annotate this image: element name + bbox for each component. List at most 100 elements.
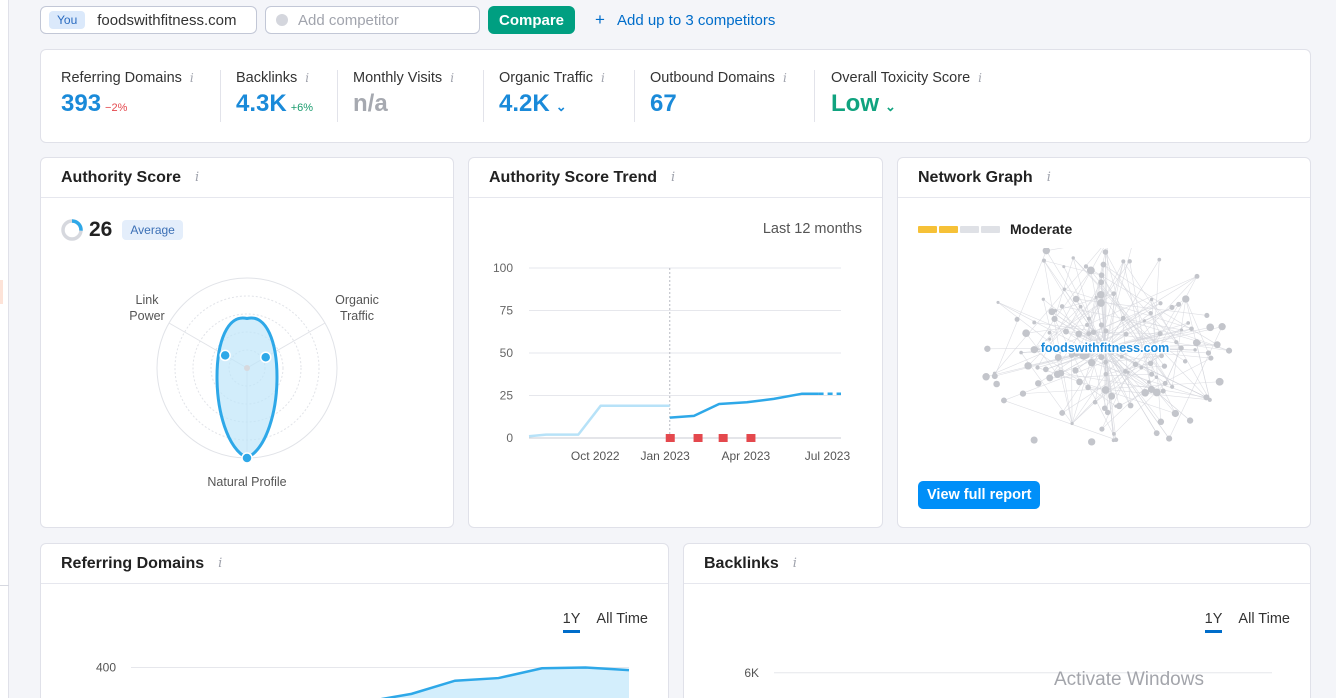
edge [994, 250, 1047, 377]
node [1162, 380, 1168, 386]
rail-marker [0, 280, 3, 304]
y-tick-label: 75 [500, 304, 514, 318]
node [1085, 384, 1091, 391]
metric-organic-traffic[interactable]: Organic Traffic i 4.2K ⌄ [499, 70, 605, 118]
divider [634, 70, 635, 122]
node [1086, 316, 1091, 321]
info-icon[interactable]: i [190, 71, 194, 85]
metric-value[interactable]: Low [831, 90, 879, 118]
node [1147, 380, 1151, 384]
node [1019, 390, 1027, 397]
node [1072, 295, 1080, 303]
event-marker [693, 434, 703, 442]
chevron-down-icon[interactable]: ⌄ [885, 99, 896, 115]
node [1158, 301, 1163, 306]
metric-delta: +6% [290, 102, 314, 114]
info-icon[interactable]: i [305, 71, 309, 85]
node [1085, 322, 1090, 327]
node [1047, 330, 1052, 335]
network-graph[interactable]: foodswithfitness.com [898, 248, 1311, 518]
view-full-report-button[interactable]: View full report [918, 481, 1041, 509]
x-tick-label: Jan 2023 [640, 449, 690, 463]
node [1098, 272, 1105, 279]
node [1043, 366, 1049, 373]
node [1142, 319, 1147, 323]
node [1178, 345, 1184, 351]
info-icon[interactable]: i [783, 71, 787, 85]
node [1204, 312, 1210, 318]
metric-referring-domains[interactable]: Referring Domains i 393 −2% [61, 70, 194, 118]
node [996, 300, 1000, 304]
radar-point [259, 351, 272, 363]
node [1148, 310, 1153, 316]
add-competitor-input[interactable] [298, 11, 468, 29]
card-title: Authority Score [61, 168, 182, 186]
y-tick-label: 6K [744, 666, 759, 680]
node [1147, 360, 1154, 367]
competitor-field[interactable] [265, 6, 480, 34]
level-label: Moderate [1010, 221, 1073, 237]
node [1019, 350, 1023, 355]
node [1154, 375, 1159, 379]
trend-line [669, 392, 819, 419]
metric-value[interactable]: 4.2K [499, 90, 550, 118]
metric-value[interactable]: 67 [650, 90, 677, 118]
level-meter [918, 225, 1002, 233]
node [1098, 322, 1105, 328]
node [1171, 409, 1179, 418]
node [1062, 287, 1067, 291]
node [1063, 328, 1069, 335]
node [1139, 365, 1144, 370]
node [1042, 248, 1051, 255]
info-icon[interactable]: i [218, 556, 222, 571]
summary-metrics: Referring Domains i 393 −2% Backlinks i 4.3… [40, 49, 1311, 143]
node [1097, 299, 1105, 307]
tab-all-time[interactable]: All Time [1238, 611, 1290, 633]
node [1071, 256, 1075, 260]
node [1114, 404, 1118, 408]
node [1182, 295, 1190, 303]
node [1112, 432, 1116, 436]
tab-1y[interactable]: 1Y [1204, 611, 1223, 633]
node [1076, 378, 1083, 386]
metric-value[interactable]: 4.3K [236, 90, 287, 118]
compare-button[interactable]: Compare [488, 6, 576, 34]
radar-point [241, 452, 253, 464]
metric-toxicity-score[interactable]: Overall Toxicity Score i Low ⌄ [831, 70, 982, 118]
your-domain-field[interactable]: You foodswithfitness.com [40, 6, 257, 34]
info-icon[interactable]: i [601, 71, 605, 85]
add-competitors-link[interactable]: + Add up to 3 competitors [595, 10, 775, 30]
x-tick-label: Oct 2022 [571, 449, 620, 463]
metric-label: Outbound Domains [650, 70, 775, 86]
range-tabs: 1Y All Time [547, 611, 648, 633]
info-icon[interactable]: i [1047, 170, 1051, 185]
node [1132, 361, 1139, 368]
metric-backlinks[interactable]: Backlinks i 4.3K +6% [236, 70, 313, 118]
info-icon[interactable]: i [450, 71, 454, 85]
x-tick-label: Apr 2023 [722, 449, 771, 463]
metric-label: Organic Traffic [499, 70, 594, 86]
node [1141, 388, 1149, 397]
chevron-down-icon[interactable]: ⌄ [556, 99, 567, 115]
y-tick-label: 25 [500, 389, 514, 403]
node [1103, 328, 1109, 334]
referring-domains-card: Referring Domains i 1Y All Time 400300 [40, 543, 669, 698]
info-icon[interactable]: i [195, 170, 199, 185]
info-icon[interactable]: i [671, 170, 675, 185]
y-tick-label: 100 [493, 261, 513, 275]
info-icon[interactable]: i [978, 71, 982, 85]
info-icon[interactable]: i [793, 556, 797, 571]
node [1157, 418, 1165, 426]
metric-value[interactable]: 393 [61, 90, 101, 118]
y-tick-label: 400 [96, 661, 116, 675]
node [1072, 367, 1079, 374]
node [1070, 421, 1074, 426]
node [1176, 301, 1182, 307]
metric-outbound-domains[interactable]: Outbound Domains i 67 [650, 70, 787, 118]
area-fill [387, 667, 629, 698]
node [1100, 261, 1107, 268]
metric-label: Backlinks [236, 70, 298, 86]
node [1001, 397, 1007, 404]
tab-all-time[interactable]: All Time [596, 611, 648, 633]
tab-1y[interactable]: 1Y [562, 611, 581, 633]
